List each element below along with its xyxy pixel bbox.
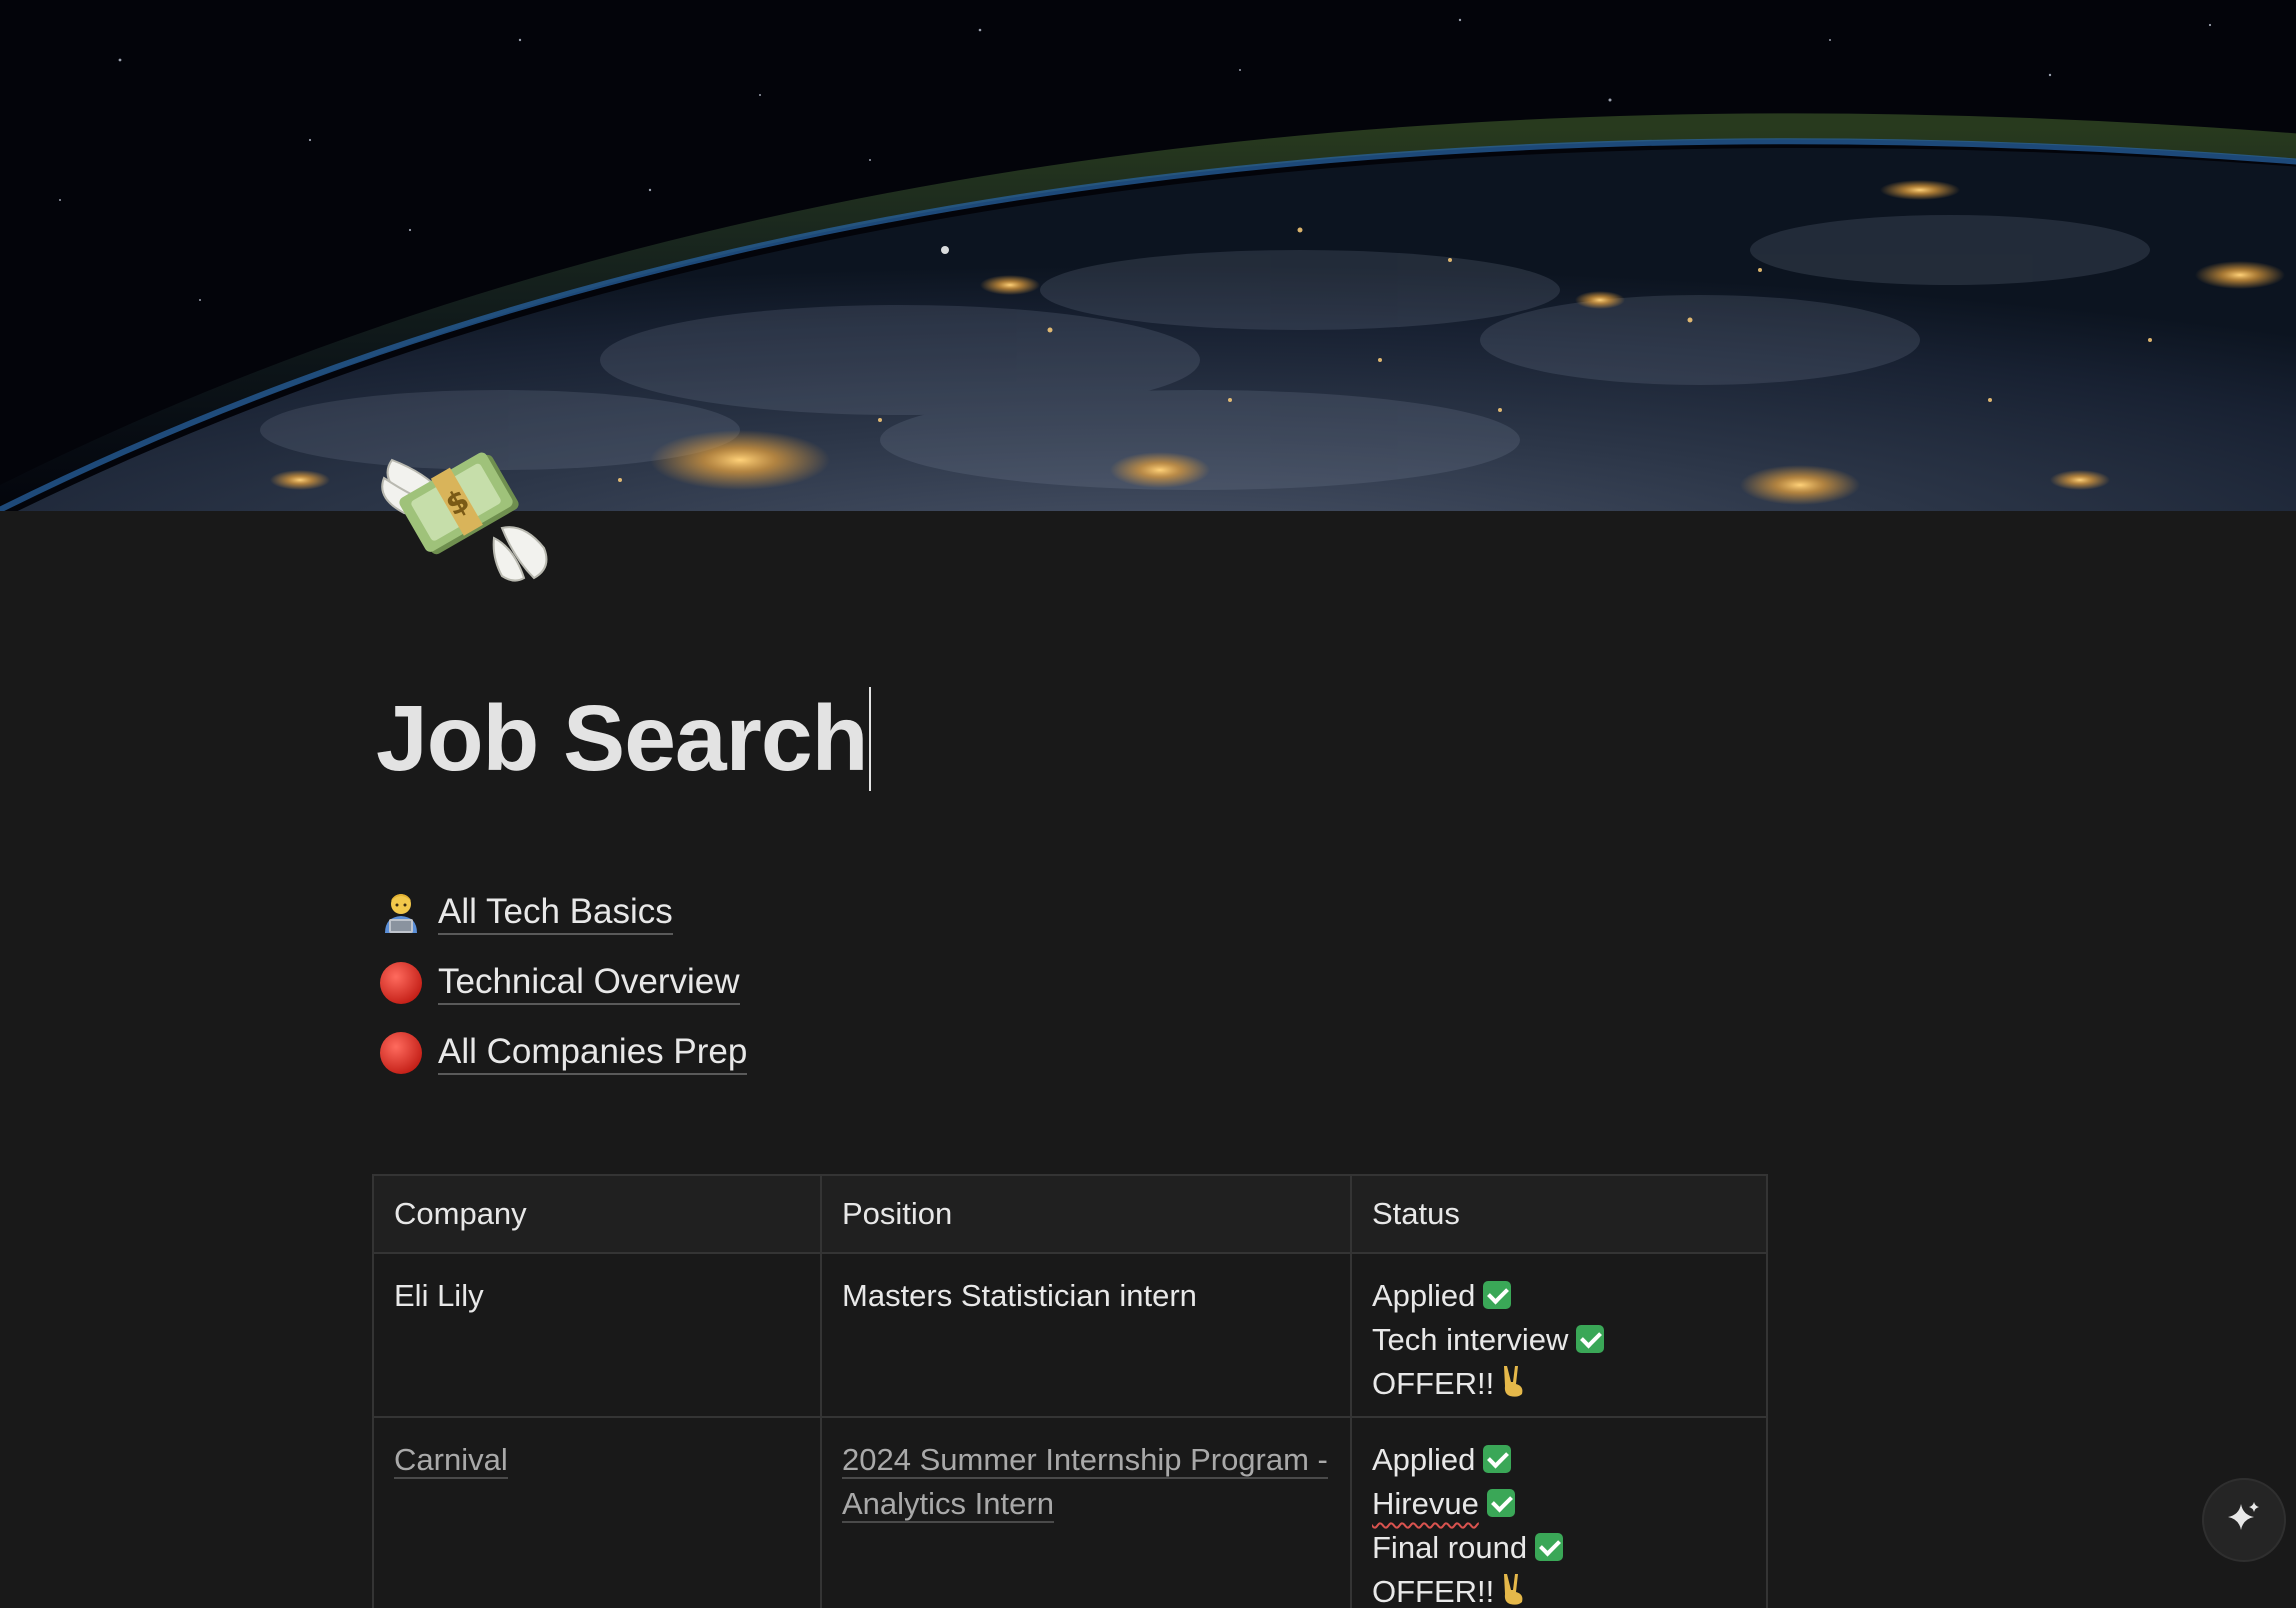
cover-image[interactable] <box>0 0 2296 511</box>
check-mark-icon <box>1535 1533 1564 1561</box>
page-link-label[interactable]: All Companies Prep <box>438 1032 748 1075</box>
page-link-technical-overview[interactable]: Technical Overview <box>376 948 747 1018</box>
status-text-misspelled: Hirevue <box>1372 1486 1479 1521</box>
job-applications-table: Company Position Status Eli Lily Masters… <box>372 1174 1768 1608</box>
notion-page: $ Job Search All Tech Basics Technical O… <box>0 0 2296 1608</box>
victory-hand-icon <box>1502 1572 1526 1608</box>
table-header-row: Company Position Status <box>372 1174 1768 1254</box>
company-name-link[interactable]: Carnival <box>394 1442 508 1479</box>
status-text: Applied <box>1372 1278 1476 1313</box>
status-line: Final round <box>1372 1526 1746 1570</box>
table-cell-position[interactable]: 2024 Summer Internship Program - Analyti… <box>820 1416 1352 1608</box>
status-line: Applied <box>1372 1438 1746 1482</box>
ai-assistant-button[interactable] <box>2202 1478 2286 1562</box>
status-text: Final round <box>1372 1530 1528 1565</box>
check-mark-icon <box>1576 1325 1605 1353</box>
page-title-text[interactable]: Job Search <box>376 686 868 790</box>
status-line: Tech interview <box>1372 1318 1746 1362</box>
table-cell-company[interactable]: Carnival <box>372 1416 822 1608</box>
red-circle-icon <box>376 958 426 1008</box>
victory-hand-icon <box>1502 1364 1526 1410</box>
table-row: Eli Lily Masters Statistician intern App… <box>372 1252 1768 1418</box>
table-row: Carnival 2024 Summer Internship Program … <box>372 1416 1768 1608</box>
column-header-company[interactable]: Company <box>372 1174 822 1254</box>
status-line: Applied <box>1372 1274 1746 1318</box>
status-text: Tech interview <box>1372 1322 1569 1357</box>
page-link-label[interactable]: All Tech Basics <box>438 892 673 935</box>
text-cursor <box>869 687 872 792</box>
table-cell-company[interactable]: Eli Lily <box>372 1252 822 1418</box>
status-line: OFFER!! <box>1372 1570 1746 1608</box>
check-mark-icon <box>1483 1281 1512 1309</box>
page-title[interactable]: Job Search <box>376 682 872 797</box>
page-link-all-tech-basics[interactable]: All Tech Basics <box>376 878 747 948</box>
page-link-label[interactable]: Technical Overview <box>438 962 740 1005</box>
page-link-all-companies-prep[interactable]: All Companies Prep <box>376 1018 748 1088</box>
page-links-list: All Tech Basics Technical Overview All C… <box>376 878 748 1088</box>
status-text: Applied <box>1372 1442 1476 1477</box>
technologist-icon <box>376 888 426 938</box>
position-name-link[interactable]: 2024 Summer Internship Program - Analyti… <box>842 1442 1328 1523</box>
column-header-status[interactable]: Status <box>1350 1174 1768 1254</box>
table-cell-position[interactable]: Masters Statistician intern <box>820 1252 1352 1418</box>
company-name: Eli Lily <box>394 1278 484 1313</box>
status-text: OFFER!! <box>1372 1366 1495 1401</box>
check-mark-icon <box>1486 1489 1515 1517</box>
money-with-wings-icon[interactable]: $ <box>374 418 556 586</box>
earth-at-night-image <box>0 0 2296 511</box>
status-line: Hirevue <box>1372 1482 1746 1526</box>
column-header-position[interactable]: Position <box>820 1174 1352 1254</box>
sparkle-icon <box>2226 1500 2262 1541</box>
status-line: OFFER!! <box>1372 1362 1746 1410</box>
red-circle-icon <box>376 1028 426 1078</box>
check-mark-icon <box>1483 1445 1512 1473</box>
table-cell-status[interactable]: Applied Hirevue Final round OFFER!! <box>1350 1416 1768 1608</box>
table-cell-status[interactable]: Applied Tech interview OFFER!! <box>1350 1252 1768 1418</box>
status-text: OFFER!! <box>1372 1574 1495 1608</box>
position-name: Masters Statistician intern <box>842 1278 1197 1313</box>
